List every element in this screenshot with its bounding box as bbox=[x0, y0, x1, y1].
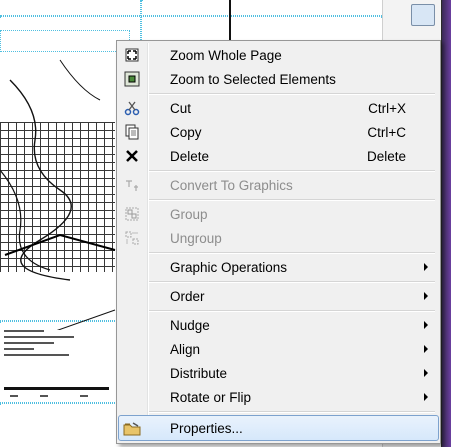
ungroup-icon bbox=[123, 229, 141, 247]
menu-item-label: Ungroup bbox=[170, 230, 222, 246]
page-margin-guide-vertical bbox=[140, 0, 142, 42]
menu-item-label: Group bbox=[170, 206, 208, 222]
submenu-arrow-icon bbox=[424, 292, 428, 300]
menu-item-label: Properties... bbox=[170, 420, 243, 436]
menu-item-zoom-selected[interactable]: Zoom to Selected Elements bbox=[119, 67, 438, 91]
menu-item-align[interactable]: Align bbox=[119, 337, 438, 361]
map-roads-drawing bbox=[0, 59, 116, 330]
menu-item-label: Rotate or Flip bbox=[170, 389, 252, 405]
menu-item-label: Convert To Graphics bbox=[170, 177, 293, 193]
group-icon bbox=[123, 205, 141, 223]
menu-separator bbox=[149, 411, 435, 413]
menu-item-ungroup[interactable]: Ungroup bbox=[119, 226, 438, 250]
submenu-arrow-icon bbox=[424, 321, 428, 329]
divider-line bbox=[229, 0, 231, 40]
page-margin-guide bbox=[0, 15, 382, 17]
menu-separator bbox=[149, 199, 435, 201]
zoom-selected-icon bbox=[123, 70, 141, 88]
menu-item-convert-to-graphics[interactable]: Convert To Graphics bbox=[119, 173, 438, 197]
map-notes-text bbox=[4, 330, 109, 397]
copy-icon bbox=[123, 123, 141, 141]
convert-graphics-icon bbox=[123, 176, 141, 194]
menu-item-nudge[interactable]: Nudge bbox=[119, 313, 438, 337]
shortcut-text: Ctrl+C bbox=[367, 124, 406, 140]
menu-item-properties[interactable]: Properties... bbox=[118, 415, 439, 441]
menu-item-delete[interactable]: Delete Delete bbox=[119, 144, 438, 168]
title-frame bbox=[0, 30, 130, 52]
delete-x-icon bbox=[123, 147, 141, 165]
menu-item-group[interactable]: Group bbox=[119, 202, 438, 226]
menu-separator bbox=[149, 170, 435, 172]
properties-icon bbox=[123, 419, 141, 437]
menu-item-label: Zoom Whole Page bbox=[170, 47, 282, 63]
submenu-arrow-icon bbox=[424, 369, 428, 377]
menu-separator bbox=[149, 252, 435, 254]
shortcut-text: Delete bbox=[366, 148, 406, 164]
menu-item-graphic-operations[interactable]: Graphic Operations bbox=[119, 255, 438, 279]
menu-separator bbox=[149, 310, 435, 312]
zoom-whole-page-icon bbox=[123, 46, 141, 64]
scissors-icon bbox=[123, 99, 141, 117]
menu-item-label: Align bbox=[170, 341, 201, 357]
menu-item-label: Delete bbox=[170, 148, 210, 164]
desktop-edge bbox=[442, 0, 451, 447]
menu-item-rotate-or-flip[interactable]: Rotate or Flip bbox=[119, 385, 438, 409]
menu-item-label: Copy bbox=[170, 124, 202, 140]
menu-item-label: Graphic Operations bbox=[170, 259, 288, 275]
menu-item-order[interactable]: Order bbox=[119, 284, 438, 308]
menu-item-label: Distribute bbox=[170, 365, 228, 381]
menu-item-copy[interactable]: Copy Ctrl+C bbox=[119, 120, 438, 144]
shortcut-text: Ctrl+X bbox=[368, 100, 406, 116]
menu-item-label: Zoom to Selected Elements bbox=[170, 71, 336, 87]
menu-item-label: Cut bbox=[170, 100, 192, 116]
catalog-window-icon[interactable] bbox=[411, 4, 435, 26]
menu-separator bbox=[149, 93, 435, 95]
submenu-arrow-icon bbox=[424, 345, 428, 353]
submenu-arrow-icon bbox=[424, 263, 428, 271]
menu-item-distribute[interactable]: Distribute bbox=[119, 361, 438, 385]
submenu-arrow-icon bbox=[424, 393, 428, 401]
menu-item-cut[interactable]: Cut Ctrl+X bbox=[119, 96, 438, 120]
menu-item-label: Nudge bbox=[170, 317, 210, 333]
menu-item-zoom-whole-page[interactable]: Zoom Whole Page bbox=[119, 43, 438, 67]
menu-item-label: Order bbox=[170, 288, 205, 304]
context-menu: Zoom Whole Page Zoom to Selected Element… bbox=[116, 40, 441, 444]
menu-separator bbox=[149, 281, 435, 283]
